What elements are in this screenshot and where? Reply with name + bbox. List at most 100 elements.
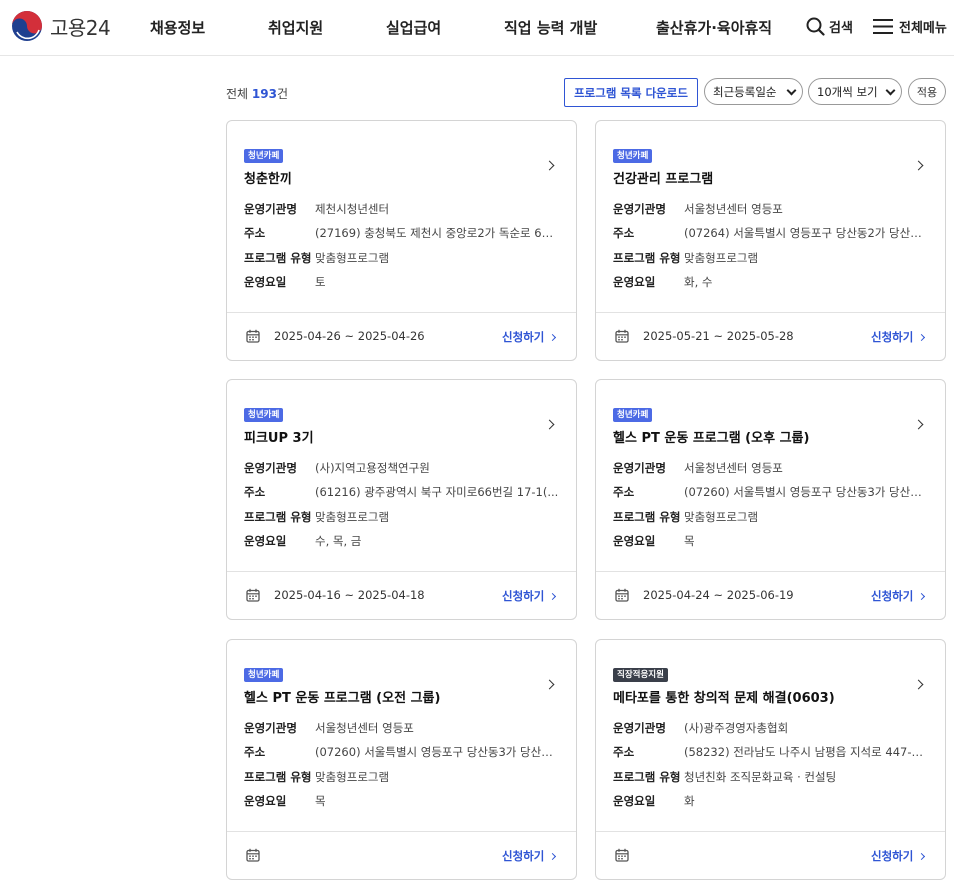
info-value-type: 맞춤형프로그램 <box>684 251 759 265</box>
info-value-address: (61216) 광주광역시 북구 자미로66번길 17-1(... <box>315 485 559 499</box>
program-title[interactable]: 피크UP 3기 <box>244 427 314 446</box>
nav-job-info[interactable]: 채용정보 <box>150 17 205 38</box>
chevron-right-icon[interactable] <box>913 419 924 430</box>
info-label-org: 운영기관명 <box>613 721 666 735</box>
info-label-address: 주소 <box>613 745 635 759</box>
program-title[interactable]: 건강관리 프로그램 <box>613 168 713 187</box>
chevron-down-icon <box>885 85 896 96</box>
result-total: 전체 193건 <box>226 85 288 102</box>
total-count: 193 <box>251 87 277 101</box>
info-label-org: 운영기관명 <box>613 202 666 216</box>
info-value-days: 화, 수 <box>684 275 713 289</box>
program-card[interactable]: 청년카페 헬스 PT 운동 프로그램 (오전 그룹) 운영기관명 서울청년센터 영등포… <box>226 639 577 880</box>
calendar-icon <box>615 588 629 602</box>
info-value-type: 맞춤형프로그램 <box>315 251 390 265</box>
all-menu-label: 전체메뉴 <box>899 21 947 36</box>
site-header: 고용24 채용정보 취업지원 실업급여 직업 능력 개발 출산휴가·육아휴직 검… <box>0 0 954 56</box>
apply-link[interactable]: 신청하기 <box>871 588 926 604</box>
info-row-org: 운영기관명 제천시청년센터 <box>244 201 560 217</box>
apply-link[interactable]: 신청하기 <box>502 848 557 864</box>
info-row-address: 주소 (61216) 광주광역시 북구 자미로66번길 17-1(... <box>244 484 560 500</box>
program-card[interactable]: 직장적응지원 메타포를 통한 창의적 문제 해결(0603) 운영기관명 (사)광주경… <box>595 639 946 880</box>
info-row-org: 운영기관명 서울청년센터 영등포 <box>613 460 929 476</box>
program-period: 2025-05-21 ~ 2025-05-28 <box>643 329 794 343</box>
chevron-right-icon[interactable] <box>913 679 924 690</box>
apply-link-label: 신청하기 <box>502 589 545 603</box>
chevron-right-icon <box>549 852 557 860</box>
info-value-type: 맞춤형프로그램 <box>315 770 390 784</box>
site-logo[interactable]: 고용24 <box>11 10 111 42</box>
info-value-type: 맞춤형프로그램 <box>684 510 759 524</box>
info-value-address: (07260) 서울특별시 영등포구 당산동3가 당산로... <box>684 485 929 499</box>
info-value-address: (07260) 서울특별시 영등포구 당산동3가 당산로... <box>315 745 560 759</box>
apply-link[interactable]: 신청하기 <box>502 588 557 604</box>
taegeuk-logo-icon <box>12 11 42 41</box>
info-row-type: 프로그램 유형 맞춤형프로그램 <box>613 250 929 266</box>
chevron-right-icon[interactable] <box>544 679 555 690</box>
info-label-type: 프로그램 유형 <box>244 251 312 265</box>
category-badge: 직장적응지원 <box>613 668 668 682</box>
info-label-type: 프로그램 유형 <box>244 510 312 524</box>
chevron-right-icon[interactable] <box>544 160 555 171</box>
info-row-org: 운영기관명 서울청년센터 영등포 <box>613 201 929 217</box>
info-label-days: 운영요일 <box>613 794 656 808</box>
info-label-org: 운영기관명 <box>244 721 297 735</box>
nav-unemployment-benefit[interactable]: 실업급여 <box>386 17 441 38</box>
program-card[interactable]: 청년카페 피크UP 3기 운영기관명 (사)지역고용정책연구원 주소 (61216) 광주… <box>226 379 577 620</box>
calendar-icon <box>615 848 629 862</box>
info-row-days: 운영요일 토 <box>244 274 560 290</box>
all-menu-button[interactable]: 전체메뉴 <box>873 17 947 36</box>
card-divider <box>596 571 945 572</box>
program-card[interactable]: 청년카페 청춘한끼 운영기관명 제천시청년센터 주소 (27169) 충청북도 제천시 중… <box>226 120 577 361</box>
page-size-select-value: 10개씩 보기 <box>817 84 878 99</box>
apply-link-label: 신청하기 <box>871 330 914 344</box>
sort-select[interactable]: 최근등록일순 <box>704 78 803 105</box>
program-list-download-button[interactable]: 프로그램 목록 다운로드 <box>564 78 698 107</box>
program-period: 2025-04-16 ~ 2025-04-18 <box>274 588 425 602</box>
card-divider <box>227 831 576 832</box>
info-row-address: 주소 (07260) 서울특별시 영등포구 당산동3가 당산로... <box>613 484 929 500</box>
chevron-right-icon <box>918 852 926 860</box>
program-period: 2025-04-26 ~ 2025-04-26 <box>274 329 425 343</box>
nav-parental-leave[interactable]: 출산휴가·육아휴직 <box>656 17 772 38</box>
info-label-address: 주소 <box>244 485 266 499</box>
info-row-address: 주소 (07264) 서울특별시 영등포구 당산동2가 당산로... <box>613 225 929 241</box>
program-title[interactable]: 청춘한끼 <box>244 168 292 187</box>
program-period: 2025-04-24 ~ 2025-06-19 <box>643 588 794 602</box>
program-title[interactable]: 메타포를 통한 창의적 문제 해결(0603) <box>613 687 835 706</box>
info-value-days: 수, 목, 금 <box>315 534 362 548</box>
program-card[interactable]: 청년카페 헬스 PT 운동 프로그램 (오후 그룹) 운영기관명 서울청년센터 영등포… <box>595 379 946 620</box>
info-row-type: 프로그램 유형 맞춤형프로그램 <box>613 509 929 525</box>
chevron-right-icon[interactable] <box>544 419 555 430</box>
chevron-right-icon[interactable] <box>913 160 924 171</box>
apply-link[interactable]: 신청하기 <box>502 329 557 345</box>
info-row-address: 주소 (07260) 서울특별시 영등포구 당산동3가 당산로... <box>244 744 560 760</box>
info-row-days: 운영요일 화 <box>613 793 929 809</box>
info-value-org: (사)지역고용정책연구원 <box>315 461 430 475</box>
apply-link[interactable]: 신청하기 <box>871 848 926 864</box>
program-title[interactable]: 헬스 PT 운동 프로그램 (오후 그룹) <box>613 427 809 446</box>
info-value-type: 맞춤형프로그램 <box>315 510 390 524</box>
info-value-days: 토 <box>315 275 326 289</box>
chevron-right-icon <box>549 333 557 341</box>
program-card[interactable]: 청년카페건강관리 프로그램운영기관명 서울청년센터 영등포주소 (07264) 서울… <box>595 120 946 361</box>
chevron-down-icon <box>786 85 797 96</box>
apply-link-label: 신청하기 <box>502 330 545 344</box>
program-title[interactable]: 헬스 PT 운동 프로그램 (오전 그룹) <box>244 687 440 706</box>
apply-filter-button[interactable]: 적용 <box>908 78 946 105</box>
page-size-select[interactable]: 10개씩 보기 <box>808 78 902 105</box>
search-label: 검색 <box>829 21 853 36</box>
category-badge: 청년카페 <box>613 149 653 163</box>
info-value-org: 서울청년센터 영등포 <box>315 721 414 735</box>
info-label-type: 프로그램 유형 <box>613 510 681 524</box>
calendar-icon <box>246 329 260 343</box>
nav-employment-support[interactable]: 취업지원 <box>268 17 323 38</box>
info-value-address: (07264) 서울특별시 영등포구 당산동2가 당산로... <box>684 226 929 240</box>
category-badge: 청년카페 <box>244 149 284 163</box>
card-divider <box>227 571 576 572</box>
apply-link-label: 신청하기 <box>871 849 914 863</box>
search-button[interactable]: 검색 <box>806 17 853 36</box>
calendar-icon <box>246 588 260 602</box>
apply-link[interactable]: 신청하기 <box>871 329 926 345</box>
nav-skill-development[interactable]: 직업 능력 개발 <box>504 17 597 38</box>
